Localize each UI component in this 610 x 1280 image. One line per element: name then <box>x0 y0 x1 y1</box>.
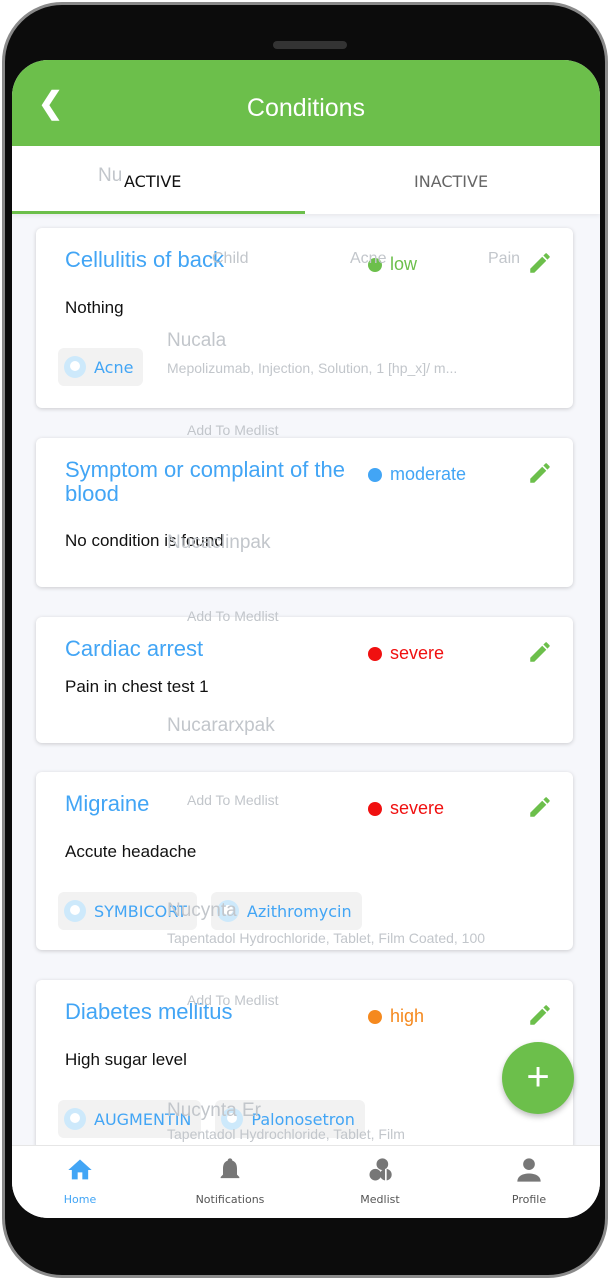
tab-active[interactable]: ACTIVE <box>124 172 181 191</box>
edit-pencil-icon[interactable] <box>527 250 553 276</box>
nav-notifications[interactable]: Notifications <box>170 1146 290 1218</box>
screen: ❮ Conditions ACTIVE INACTIVE Cellulitis … <box>12 60 600 1218</box>
tag-label: Azithromycin <box>246 901 352 921</box>
edit-pencil-icon[interactable] <box>527 639 553 665</box>
severity-dot <box>368 257 382 272</box>
condition-card[interactable]: Cardiac arrest severe Pain in chest test… <box>36 617 573 743</box>
condition-description: No condition is found <box>65 531 224 550</box>
pill-icon <box>64 900 86 922</box>
condition-card[interactable]: Symptom or complaint of the blood modera… <box>36 438 573 587</box>
home-icon <box>68 1159 92 1180</box>
medication-tag[interactable]: AUGMENTIN <box>58 1100 202 1138</box>
condition-description: Nothing <box>65 298 124 317</box>
pill-icon <box>64 1108 86 1130</box>
person-icon <box>517 1158 541 1182</box>
condition-card[interactable]: Cellulitis of back low Nothing Acne <box>36 228 573 408</box>
medication-tag[interactable]: Acne <box>58 348 144 386</box>
tab-bar: ACTIVE INACTIVE <box>12 146 600 214</box>
tag-label: AUGMENTIN <box>94 1109 192 1129</box>
nav-label: Profile <box>511 1193 547 1206</box>
edit-pencil-icon[interactable] <box>527 460 553 486</box>
nav-label: Home <box>63 1193 97 1206</box>
nav-profile[interactable]: Profile <box>469 1146 589 1218</box>
medication-tag[interactable]: Palonosetron <box>215 1100 365 1138</box>
severity-badge: high <box>368 1006 424 1027</box>
severity-dot <box>368 1009 382 1024</box>
tab-indicator <box>12 211 305 214</box>
severity-label: low <box>390 254 418 274</box>
nav-medlist[interactable]: Medlist <box>320 1146 440 1218</box>
tag-list: Acne <box>58 348 144 386</box>
severity-label: severe <box>390 643 445 663</box>
bell-icon <box>220 1158 240 1179</box>
page-title: Conditions <box>246 94 366 122</box>
condition-card[interactable]: Migraine severe Accute headache SYMBICORT… <box>36 772 573 950</box>
severity-badge: low <box>368 254 417 275</box>
severity-dot <box>368 801 382 816</box>
condition-card[interactable]: Diabetes mellitus high High sugar level A… <box>36 980 573 1150</box>
severity-dot <box>368 646 382 661</box>
condition-title: Cardiac arrest <box>65 636 204 661</box>
condition-title: Symptom or complaint of the blood <box>65 457 346 506</box>
severity-label: moderate <box>390 464 467 484</box>
medication-tag[interactable]: SYMBICORT <box>58 892 197 930</box>
tag-label: SYMBICORT <box>94 901 187 921</box>
severity-badge: severe <box>368 798 444 819</box>
ghost-item-button: Add To Medlist <box>187 422 279 438</box>
medication-tag[interactable]: Azithromycin <box>210 892 362 930</box>
severity-dot <box>368 467 382 482</box>
severity-badge: severe <box>368 643 444 664</box>
tag-list: SYMBICORT Azithromycin <box>58 892 362 930</box>
pill-icon <box>221 1108 244 1130</box>
app-header: ❮ Conditions <box>12 60 600 146</box>
condition-title: Diabetes mellitus <box>65 999 233 1024</box>
speaker <box>273 41 347 49</box>
bottom-nav: Home Notifications Medlist Profile <box>12 1145 600 1218</box>
condition-description: Pain in chest test 1 <box>65 677 209 696</box>
nav-home[interactable]: Home <box>20 1146 140 1218</box>
condition-title: Cellulitis of back <box>65 247 224 272</box>
add-condition-button[interactable]: + <box>502 1042 574 1114</box>
tag-list: AUGMENTIN Palonosetron <box>58 1100 365 1138</box>
pills-icon <box>369 1158 392 1181</box>
pill-icon <box>64 356 86 378</box>
edit-pencil-icon[interactable] <box>527 1002 553 1028</box>
tag-label: Palonosetron <box>251 1109 355 1129</box>
severity-badge: moderate <box>368 464 466 485</box>
nav-label: Medlist <box>360 1193 400 1206</box>
pill-icon <box>216 900 239 922</box>
tab-inactive[interactable]: INACTIVE <box>414 172 488 191</box>
nav-label: Notifications <box>195 1193 265 1206</box>
severity-label: high <box>390 1006 425 1026</box>
severity-label: severe <box>390 798 445 818</box>
condition-description: High sugar level <box>65 1050 187 1069</box>
condition-title: Migraine <box>65 791 150 816</box>
tag-label: Acne <box>94 357 134 377</box>
condition-description: Accute headache <box>65 842 197 861</box>
edit-pencil-icon[interactable] <box>527 794 553 820</box>
